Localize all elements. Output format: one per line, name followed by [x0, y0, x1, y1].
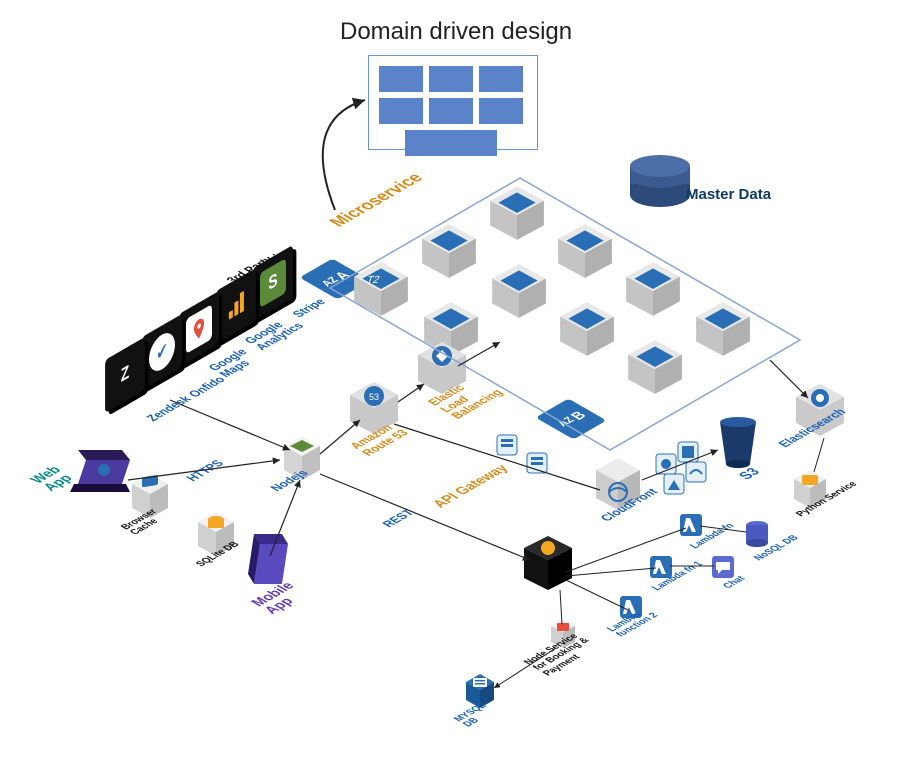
zendesk-label: Zendesk	[144, 394, 195, 423]
diagram-stage: Domain driven design Master Data Microse…	[0, 0, 915, 759]
az-b-chip: AZB	[536, 399, 607, 440]
ms-instance	[486, 182, 548, 244]
api-gateway-label: API Gateway	[429, 462, 512, 510]
ddd-cell	[429, 98, 473, 124]
s3-icon	[714, 416, 762, 470]
ms-instance	[554, 220, 616, 282]
tp-google-maps-icon	[179, 291, 219, 367]
asset-icon	[662, 472, 686, 496]
ddd-title: Domain driven design	[340, 18, 572, 46]
master-data-icon	[630, 155, 690, 215]
ms-instance	[488, 260, 550, 322]
lambda-fn2-label: Lambda function 2	[605, 606, 661, 638]
tp-stripe-icon: S	[253, 245, 293, 321]
ms-instance	[624, 336, 686, 398]
ddd-cell	[379, 98, 423, 124]
ddd-cell-wide	[405, 130, 497, 156]
nosql-icon	[744, 520, 770, 550]
api-gateway-icon	[520, 534, 576, 594]
onfido-label: Onfido	[186, 375, 229, 400]
ms-instance	[622, 258, 684, 320]
ddd-cell	[479, 66, 523, 92]
ddd-card	[368, 55, 538, 150]
svg-text:53: 53	[369, 392, 379, 402]
stripe-label: Stripe	[290, 297, 329, 320]
chat-icon	[712, 556, 734, 578]
ms-instance	[556, 298, 618, 360]
doc-icon	[494, 432, 520, 458]
microservice-label: Microservice	[326, 171, 429, 230]
tp-onfido-icon: ✔	[142, 314, 182, 390]
ms-instance: T2	[350, 258, 412, 320]
asset-icon	[684, 460, 708, 484]
ddd-cell	[479, 98, 523, 124]
tp-zendesk-icon: Z	[105, 337, 145, 413]
tp-google-analytics-icon	[216, 268, 256, 344]
ddd-cell	[379, 66, 423, 92]
https-label: HTTPS	[184, 459, 227, 484]
node-booking-label: Node Service for Booking & Payment	[522, 626, 611, 677]
rest-label: REST	[380, 508, 417, 530]
ms-instance	[418, 220, 480, 282]
lambda-icon	[680, 514, 702, 536]
ddd-cell	[429, 66, 473, 92]
master-data-label: Master Data	[686, 186, 771, 203]
doc-icon	[524, 450, 550, 476]
ms-instance	[692, 298, 754, 360]
